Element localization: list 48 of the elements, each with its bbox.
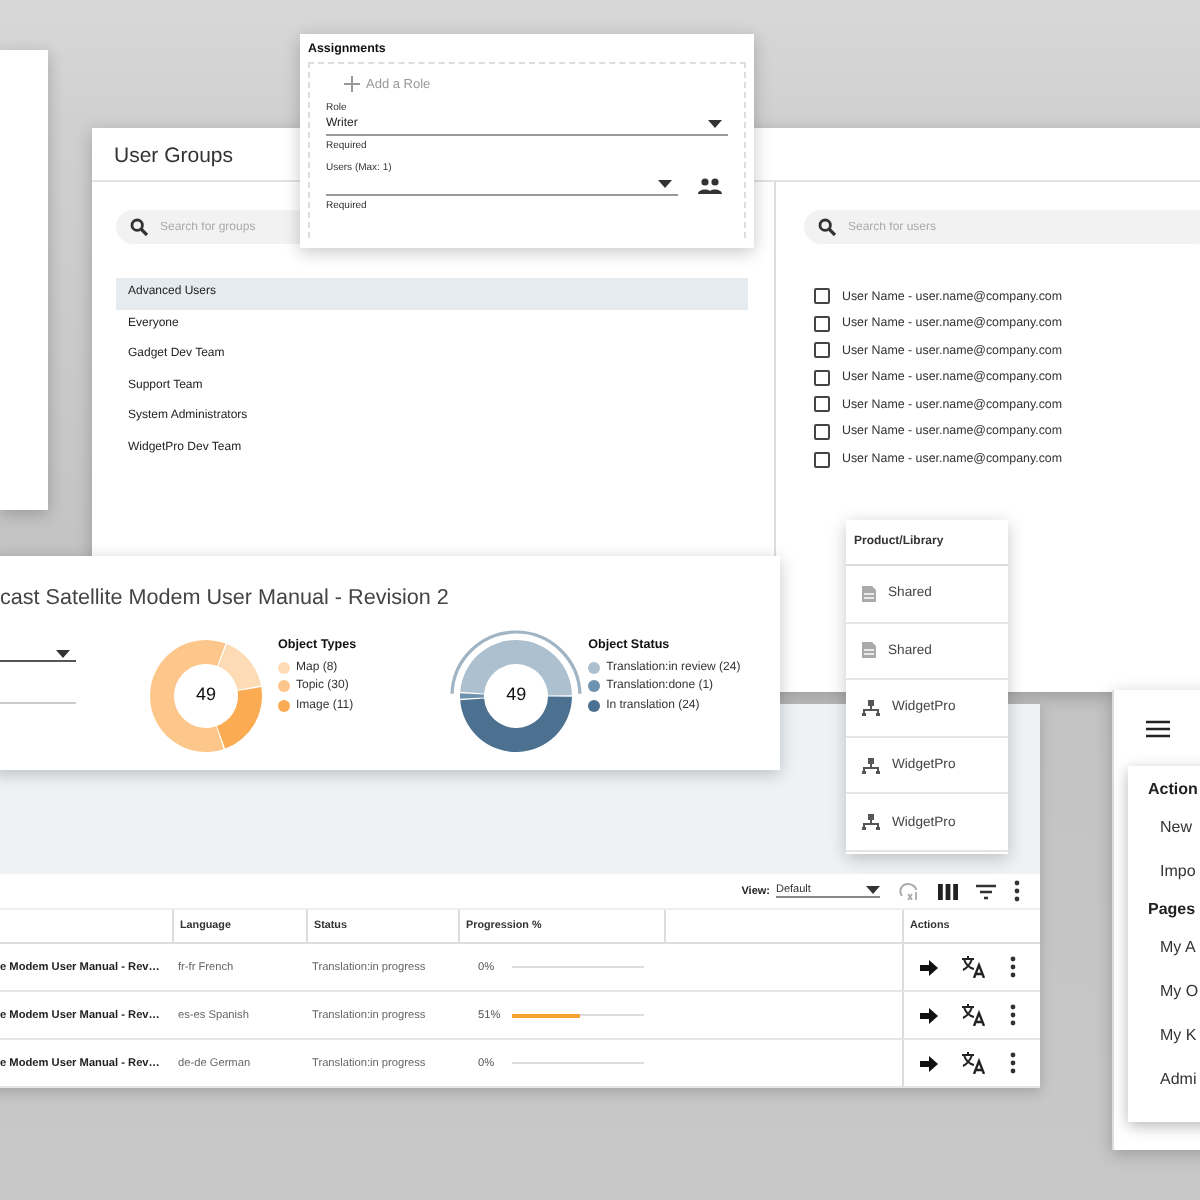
menu-item[interactable]: My K (1128, 1014, 1200, 1058)
menu-heading: Action (1146, 778, 1200, 802)
checkbox[interactable] (814, 342, 830, 359)
donut-total: 49 (193, 682, 218, 706)
menu-icon (1146, 720, 1170, 738)
document-icon (862, 642, 876, 659)
arrow-right-icon (920, 1007, 938, 1023)
menu-button[interactable] (1146, 720, 1170, 738)
menu-item[interactable]: Admi (1128, 1058, 1200, 1102)
menu-item[interactable]: My A (1128, 926, 1200, 970)
translate-icon (962, 1004, 986, 1026)
checkbox[interactable] (814, 315, 830, 332)
arrow-right-icon (920, 1055, 938, 1071)
plus-icon (344, 76, 360, 92)
caret-icon (56, 649, 70, 657)
menu-heading: Pages (1146, 898, 1198, 922)
filter-icon (976, 883, 996, 899)
checkbox[interactable] (814, 288, 830, 304)
more-options-icon (1010, 956, 1016, 978)
caret-icon (866, 886, 880, 894)
view-reset-icon (898, 882, 920, 900)
people-icon (698, 177, 722, 193)
checkbox[interactable] (814, 451, 830, 468)
search-icon (130, 218, 148, 236)
menu-item[interactable]: New (1128, 806, 1200, 850)
hierarchy-icon (862, 757, 880, 774)
caret-icon (658, 180, 672, 188)
select-field[interactable] (0, 646, 76, 662)
search-icon (818, 218, 836, 236)
arrow-right-icon (920, 959, 938, 975)
select-field[interactable] (326, 174, 678, 196)
more-options-icon (1014, 880, 1020, 902)
document-icon (862, 585, 876, 602)
pick-users-button[interactable] (692, 177, 728, 193)
checkbox[interactable] (814, 396, 830, 413)
hierarchy-icon (862, 699, 880, 716)
translate-icon (962, 956, 986, 978)
panel-title: cast Satellite Modem User Manual - Revision 2 (0, 584, 451, 610)
more-options-icon (1010, 1052, 1016, 1074)
hierarchy-icon (862, 814, 880, 831)
translate-icon (962, 1052, 986, 1074)
checkbox[interactable] (814, 423, 830, 440)
menu-item[interactable]: Impo (1128, 850, 1200, 894)
donut-total: 49 (504, 682, 529, 706)
menu-item[interactable]: My O (1128, 970, 1200, 1014)
columns-icon (938, 883, 958, 899)
checkbox[interactable] (814, 369, 830, 386)
more-options-icon (1010, 1004, 1016, 1026)
